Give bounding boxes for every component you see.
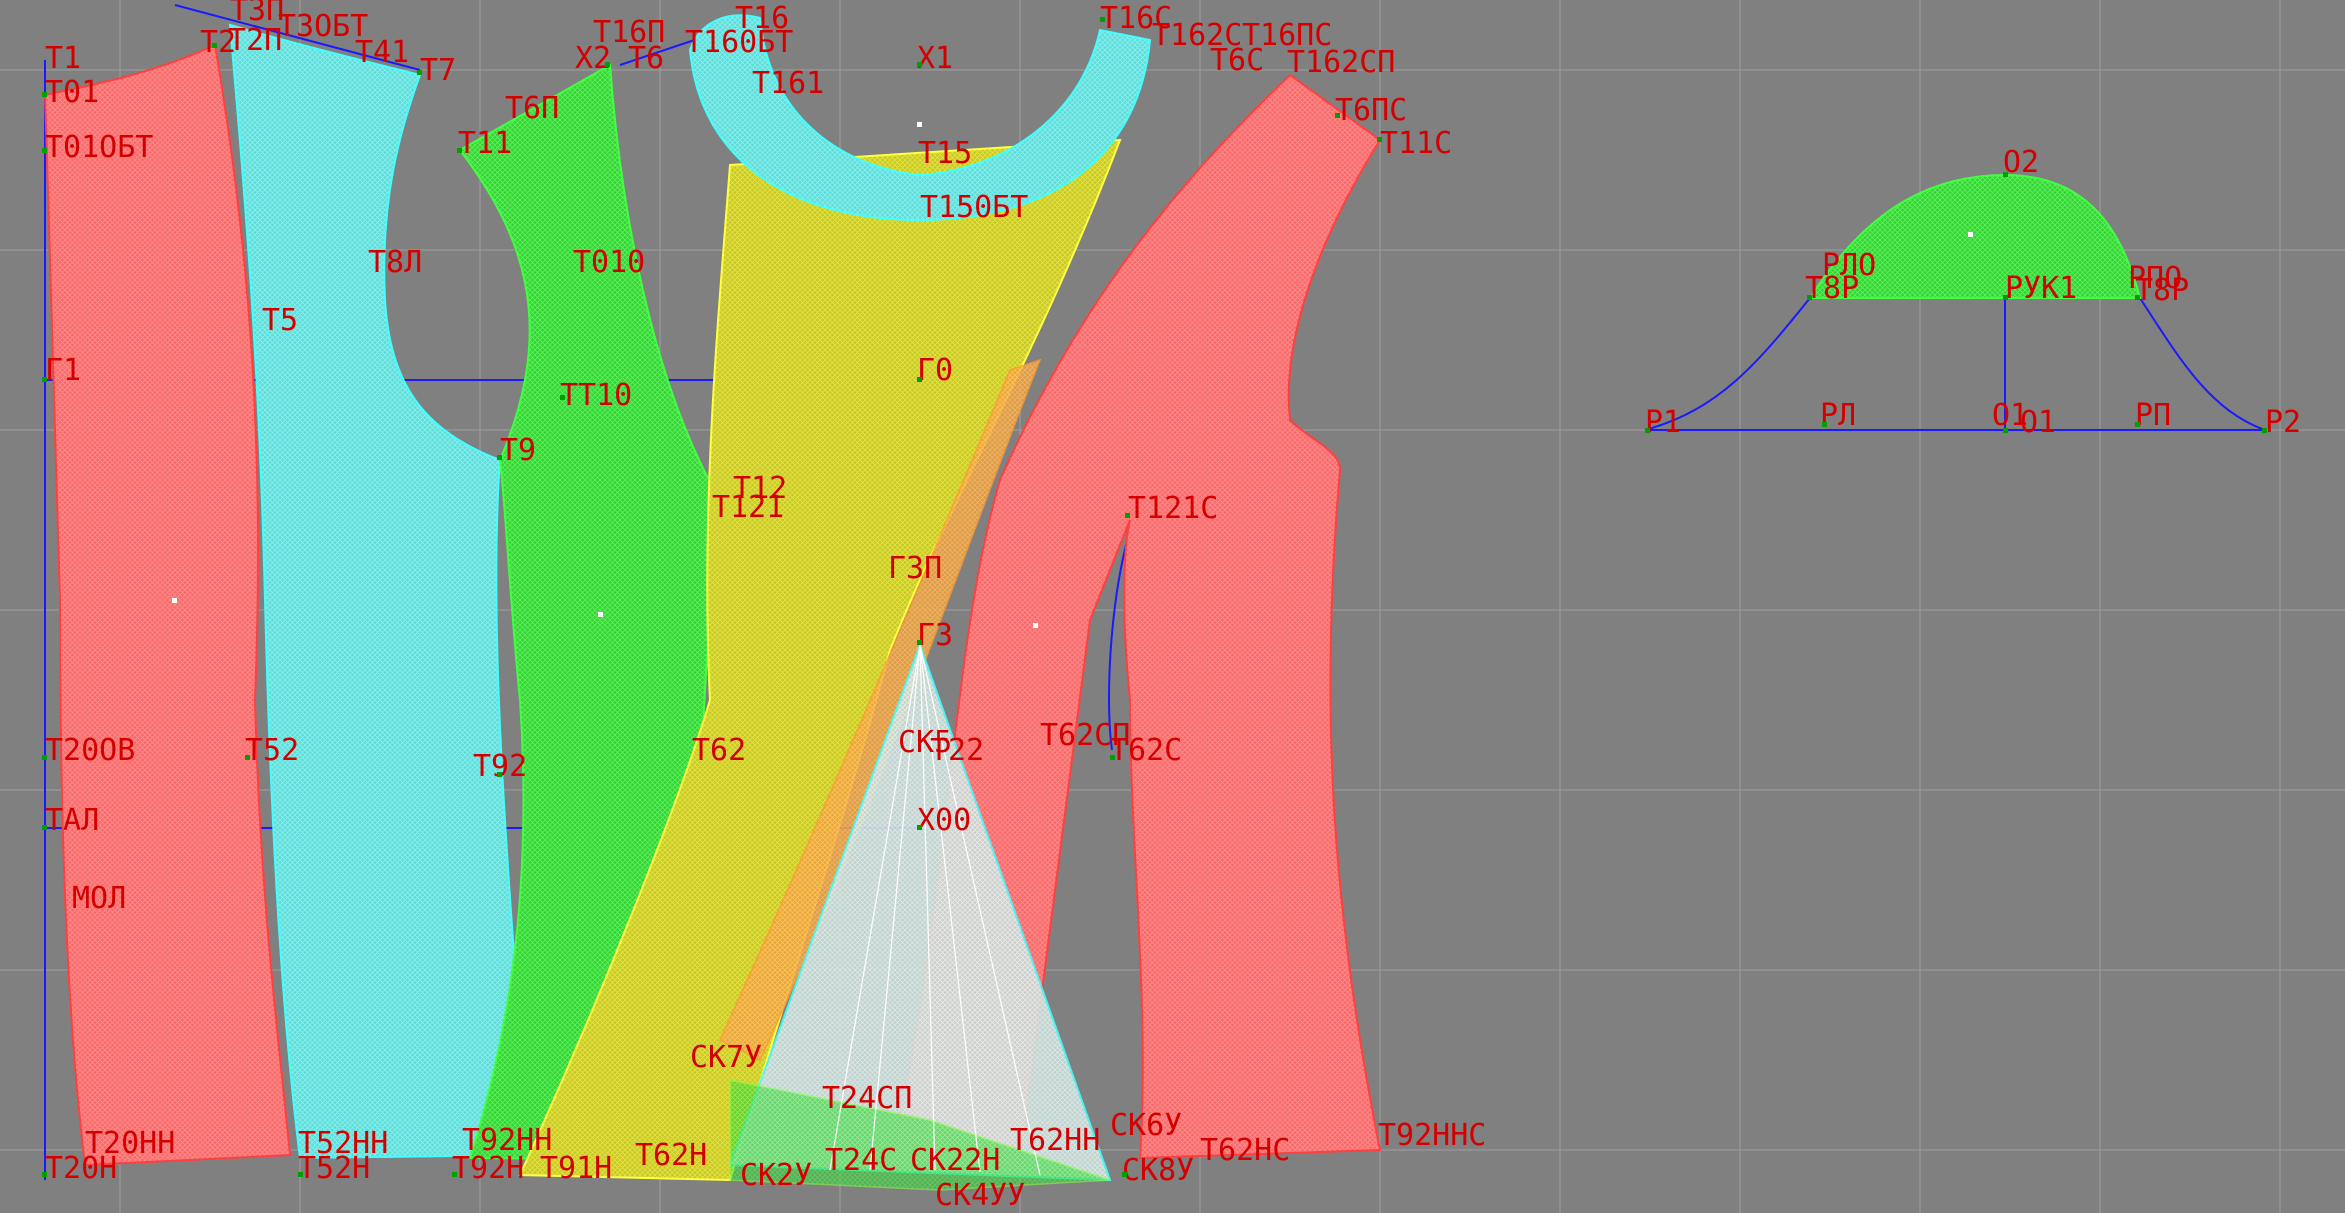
label-t16p: Т16П xyxy=(593,15,665,50)
label-t2p: Т2П xyxy=(228,23,282,58)
label-t7: Т7 xyxy=(420,53,456,88)
label-g1: Г1 xyxy=(45,353,81,388)
label-t24c: Т24С xyxy=(825,1143,897,1178)
label-r2: Р2 xyxy=(2265,405,2301,440)
label-t62n: Т62Н xyxy=(635,1138,707,1173)
label-ck22: СК22Н xyxy=(910,1143,1000,1178)
label-g3: Г3 xyxy=(917,618,953,653)
label-t52n: Т52Н xyxy=(298,1151,370,1186)
label-t11c: Т11С xyxy=(1380,126,1452,161)
label-o01: О1 xyxy=(2020,405,2056,440)
label-t24cp: Т24СП xyxy=(822,1081,912,1116)
label-t01obt: Т01ОБТ xyxy=(45,130,153,165)
label-t161: Т161 xyxy=(752,66,824,101)
label-tt10: ТТ10 xyxy=(560,378,632,413)
label-ck7u: СК7У xyxy=(690,1040,762,1075)
label-t62nc: Т62НС xyxy=(1200,1133,1290,1168)
label-t62: Т62 xyxy=(692,733,746,768)
label-t01: Т01 xyxy=(45,75,99,110)
label-ck6u: СК6У xyxy=(1110,1108,1182,1143)
label-x1: Х1 xyxy=(917,41,953,76)
label-t6pc: Т6ПС xyxy=(1335,93,1407,128)
label-ck8u: СК8У xyxy=(1122,1153,1194,1188)
label-t20n: Т20Н xyxy=(45,1151,117,1186)
label-t9: Т9 xyxy=(500,433,536,468)
label-g0: Г0 xyxy=(917,353,953,388)
label-t62c: Т62С xyxy=(1110,733,1182,768)
label-t41: Т41 xyxy=(355,35,409,70)
label-t92nnc: Т92ННС xyxy=(1378,1118,1486,1153)
label-t62nn: Т62НН xyxy=(1010,1123,1100,1158)
label-t92: Т92 xyxy=(473,749,527,784)
label-t8l: Т8Л xyxy=(368,245,422,280)
label-o2: О2 xyxy=(2003,145,2039,180)
label-ck4uu: СК4УУ xyxy=(935,1178,1025,1213)
label-t52: Т52 xyxy=(245,733,299,768)
side-back-piece[interactable] xyxy=(228,23,532,1160)
label-t8r-right: Т8Р xyxy=(2135,273,2189,308)
label-t15: Т15 xyxy=(918,136,972,171)
label-t121c: Т121С xyxy=(1128,491,1218,526)
label-t160bt: Т160БТ xyxy=(685,25,793,60)
label-t162cp: Т162СП xyxy=(1287,45,1395,80)
label-x00: Х00 xyxy=(917,803,971,838)
label-g3p: Г3П xyxy=(888,551,942,586)
label-tal: ТАЛ xyxy=(45,803,99,838)
label-t150bt: Т150БТ xyxy=(920,190,1028,225)
label-t1: Т1 xyxy=(45,41,81,76)
label-rp: РП xyxy=(2135,398,2171,433)
pattern-drafting-canvas[interactable]: Т1 Т01 Т01ОБТ Т2 Т3П Т3ОБТ Т41 Т7 Т2П Х2… xyxy=(0,0,2345,1213)
label-t22: Т22 xyxy=(930,733,984,768)
label-t20ov: Т20ОВ xyxy=(45,733,135,768)
label-ck2u: СК2У xyxy=(740,1158,812,1193)
label-ruk1: РУК1 xyxy=(2005,271,2077,306)
label-t11: Т11 xyxy=(458,126,512,161)
label-t91n: Т91Н xyxy=(540,1151,612,1186)
label-t010: Т010 xyxy=(573,245,645,280)
label-r1: Р1 xyxy=(1645,405,1681,440)
label-t8r-left: Т8Р xyxy=(1805,271,1859,306)
label-t5: Т5 xyxy=(262,303,298,338)
label-rl: РЛ xyxy=(1820,398,1856,433)
label-t92n: Т92Н xyxy=(452,1151,524,1186)
label-t121: Т121 xyxy=(712,490,784,525)
label-mol: МОЛ xyxy=(72,881,126,916)
label-t6p: Т6П xyxy=(505,91,559,126)
